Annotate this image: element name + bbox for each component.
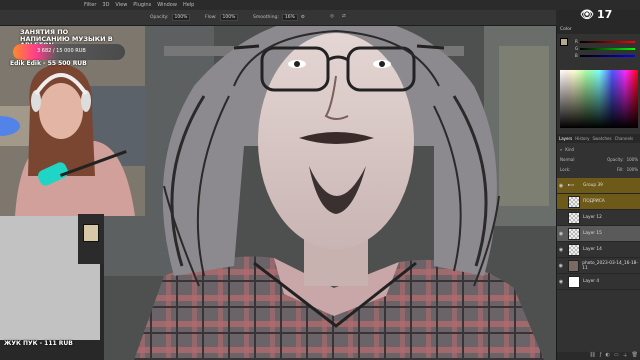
opacity-label: Opacity:	[150, 15, 169, 20]
kind-filter[interactable]: Kind	[565, 147, 574, 152]
layer-row[interactable]: ◉ Layer 15	[557, 226, 640, 242]
photoshop-window: Filter 3D View Plugins Window Help Opaci…	[0, 0, 640, 360]
tab-channels[interactable]: Channels	[615, 136, 634, 141]
layer-name: ПОДРИСА	[583, 199, 605, 204]
fill-label: Fill:	[616, 166, 624, 172]
layer-name: photo_2023-03-14_16-18-11	[582, 260, 638, 271]
layer-name: Layer 14	[583, 247, 602, 252]
color-swatch[interactable]	[560, 38, 568, 46]
smoothing-label: Smoothing:	[253, 15, 279, 20]
navigator-thumb[interactable]	[83, 224, 99, 242]
flow-label: Flow:	[205, 15, 217, 20]
tab-swatches[interactable]: Swatches	[592, 136, 611, 141]
blend-mode-select[interactable]: Normal	[560, 157, 574, 162]
slider-g-label: G	[575, 46, 579, 51]
menu-window[interactable]: Window	[157, 2, 177, 8]
eye-icon[interactable]: ◉	[557, 183, 565, 189]
link-icon[interactable]: ⛓	[589, 352, 595, 360]
color-spectrum[interactable]	[560, 70, 638, 128]
opacity-label-panel: Opacity:	[607, 156, 624, 162]
donation-goal-bar: 3 682 / 15 000 RUB	[13, 44, 125, 60]
layer-row[interactable]: ПОДРИСА	[557, 194, 640, 210]
eye-icon[interactable]: ◉	[557, 263, 565, 269]
menu-3d[interactable]: 3D	[102, 2, 109, 8]
menu-help[interactable]: Help	[183, 2, 194, 8]
last-donation: ЖУК ПУК - 111 RUB	[4, 340, 73, 347]
flow-option[interactable]: Flow: 100%	[205, 14, 239, 21]
eye-icon[interactable]: ◉	[557, 231, 565, 237]
layer-thumbnail	[568, 227, 580, 240]
layer-name: Layer 12	[583, 215, 602, 220]
menu-filter[interactable]: Filter	[84, 2, 96, 8]
right-panels: Color R G B Layers History Swatches Chan…	[556, 26, 640, 360]
donation-goal-text: 3 682 / 15 000 RUB	[37, 48, 86, 54]
slider-b[interactable]: B	[573, 52, 639, 59]
tab-layers[interactable]: Layers	[559, 136, 572, 141]
smoothing-value[interactable]: 16%	[281, 14, 298, 21]
viewer-counter: 👁 17	[580, 8, 612, 21]
layer-name: Layer 4	[583, 279, 600, 284]
lock-row: Lock: Fill: 100%	[557, 165, 640, 173]
pressure-icon[interactable]: ◎	[330, 14, 334, 19]
layer-thumbnail	[568, 243, 580, 256]
blend-row: Normal Opacity: 100%	[557, 155, 640, 163]
folder-icon: ▸▭	[568, 183, 575, 188]
opacity-value-panel[interactable]: 100%	[627, 157, 638, 162]
slider-b-label: B	[575, 53, 578, 58]
trash-icon[interactable]: 🗑	[632, 352, 638, 360]
menu-plugins[interactable]: Plugins	[133, 2, 151, 8]
top-donor: Edik Edik - 55 500 RUB	[10, 60, 87, 67]
layer-name: Layer 15	[583, 231, 602, 236]
layer-thumbnail	[568, 275, 580, 288]
layers-tabs: Layers History Swatches Channels	[557, 134, 640, 143]
layer-row[interactable]: ◉ Layer 14	[557, 242, 640, 258]
viewer-count: 17	[596, 8, 613, 21]
layer-row[interactable]: ◉ ▸▭ Group 39	[557, 178, 640, 194]
eye-icon[interactable]: ◉	[557, 279, 565, 285]
color-panel-title: Color	[557, 26, 640, 34]
fill-value[interactable]: 100%	[627, 167, 638, 172]
slider-r[interactable]: R	[573, 38, 639, 45]
menu-view[interactable]: View	[115, 2, 127, 8]
layer-filter[interactable]: ⌕ Kind	[557, 145, 640, 153]
document-canvas[interactable]	[104, 26, 556, 360]
options-bar: Opacity: 100% Flow: 100% Smoothing: 16% …	[0, 10, 556, 26]
layer-row[interactable]: ◉ photo_2023-03-14_16-18-11	[557, 258, 640, 274]
layer-row[interactable]: Layer 12	[557, 210, 640, 226]
opacity-option[interactable]: Opacity: 100%	[150, 14, 191, 21]
symmetry-icon[interactable]: ⇄	[342, 14, 346, 19]
rgb-sliders: R G B	[573, 38, 639, 59]
tab-history[interactable]: History	[575, 136, 589, 141]
mask-icon[interactable]: ◐	[606, 352, 610, 360]
slider-r-label: R	[575, 39, 578, 44]
layer-thumbnail	[568, 195, 580, 208]
new-layer-icon[interactable]: ＋	[623, 352, 628, 360]
layer-row[interactable]: ◉ Layer 4	[557, 274, 640, 290]
navigator-widget	[78, 214, 104, 264]
gear-icon[interactable]: ⚙	[301, 15, 305, 20]
option-icons: ◎ ⇄	[330, 14, 346, 19]
webcam-overlay: ЗАНЯТИЯ ПО НАПИСАНИЮ МУЗЫКИ В ABLETON 3 …	[0, 26, 145, 216]
layer-actions: ⛓ ƒ ◐ ▭ ＋ 🗑	[557, 352, 640, 360]
layer-thumbnail	[567, 259, 580, 272]
fx-icon[interactable]: ƒ	[600, 352, 602, 360]
opacity-value[interactable]: 100%	[171, 14, 191, 21]
folder-icon[interactable]: ▭	[614, 352, 619, 360]
smoothing-option[interactable]: Smoothing: 16% ⚙	[253, 14, 305, 21]
menu-bar: Filter 3D View Plugins Window Help	[0, 0, 640, 10]
flow-value[interactable]: 100%	[219, 14, 239, 21]
eye-icon: 👁	[580, 8, 594, 21]
layer-name: Group 39	[583, 183, 603, 188]
canvas-artwork	[104, 26, 556, 360]
lock-label: Lock:	[560, 166, 571, 172]
eye-icon[interactable]: ◉	[557, 247, 565, 253]
layer-thumbnail	[568, 211, 580, 224]
slider-g[interactable]: G	[573, 45, 639, 52]
search-icon: ⌕	[560, 146, 563, 152]
